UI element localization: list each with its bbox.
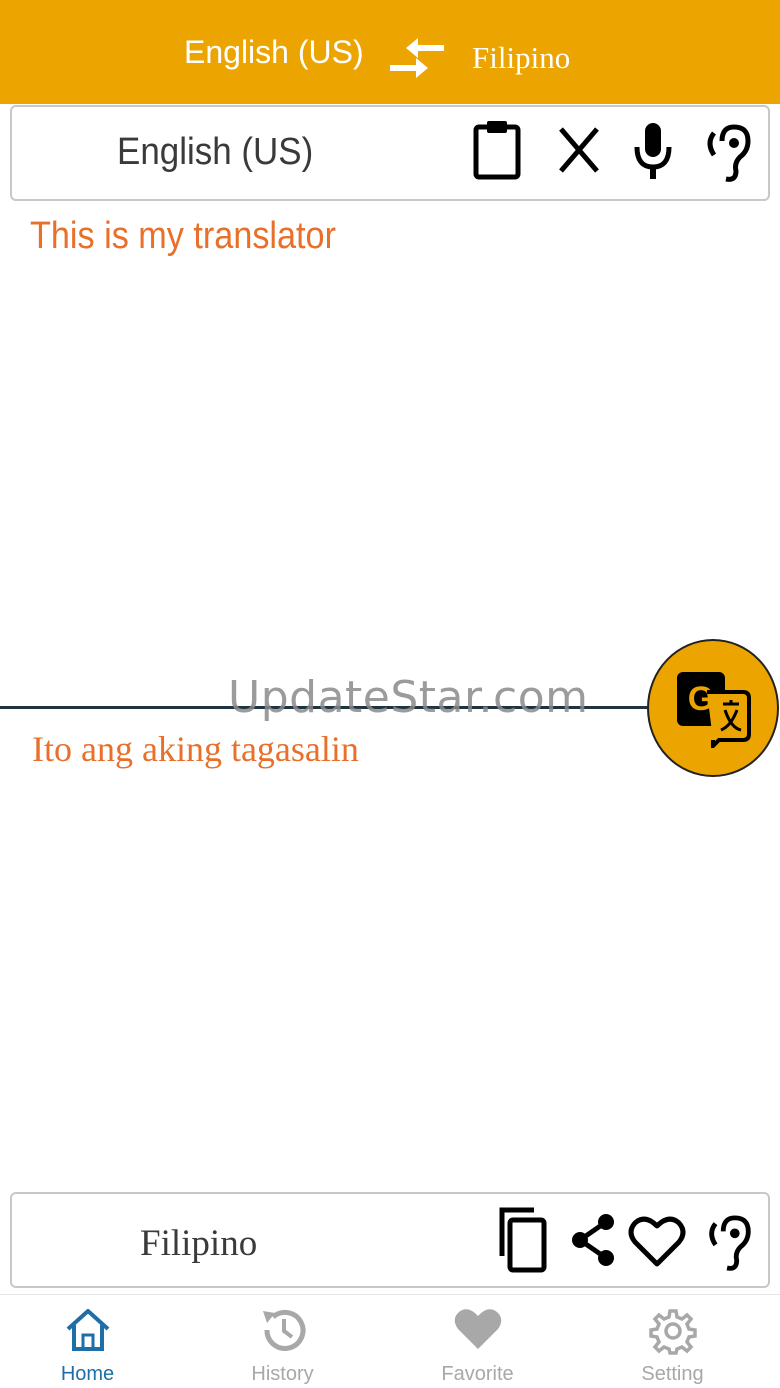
microphone-icon[interactable] [630, 121, 676, 183]
clipboard-icon[interactable] [472, 119, 522, 181]
source-text[interactable]: This is my translator [30, 215, 336, 258]
listen-icon[interactable] [700, 119, 756, 185]
source-language-button[interactable]: English (US) [184, 34, 364, 71]
nav-home-label: Home [60, 1363, 115, 1385]
listen-output-icon[interactable] [702, 1210, 756, 1274]
nav-history-label: History [251, 1363, 314, 1385]
clear-icon[interactable] [556, 125, 602, 175]
nav-favorite[interactable]: Favorite [380, 1295, 575, 1388]
home-icon [64, 1307, 112, 1358]
nav-setting[interactable]: Setting [575, 1295, 770, 1388]
nav-history[interactable]: History [185, 1295, 380, 1388]
bottom-navigation: Home History Favorite Setting [0, 1294, 780, 1388]
nav-favorite-label: Favorite [441, 1363, 514, 1385]
heart-icon [453, 1307, 503, 1356]
gear-icon [648, 1307, 697, 1360]
input-language-label: English (US) [117, 131, 314, 173]
watermark: UpdateStar.com [228, 672, 589, 723]
input-language-bar: English (US) [10, 105, 770, 201]
nav-home[interactable]: Home [0, 1295, 185, 1388]
output-language-bar: Filipino [10, 1192, 770, 1288]
translated-text: Ito ang aking tagasalin [32, 729, 359, 769]
history-icon [259, 1307, 307, 1358]
translate-button[interactable]: G [647, 639, 779, 777]
copy-icon[interactable] [496, 1206, 550, 1274]
favorite-icon[interactable] [628, 1214, 686, 1270]
target-language-button[interactable]: Filipino [472, 40, 570, 76]
language-header: English (US) Filipino [0, 0, 780, 104]
swap-arrows-icon[interactable] [388, 36, 446, 80]
nav-setting-label: Setting [641, 1363, 704, 1385]
share-icon[interactable] [568, 1212, 618, 1268]
output-language-label: Filipino [140, 1223, 258, 1264]
google-translate-icon: G [677, 672, 751, 748]
